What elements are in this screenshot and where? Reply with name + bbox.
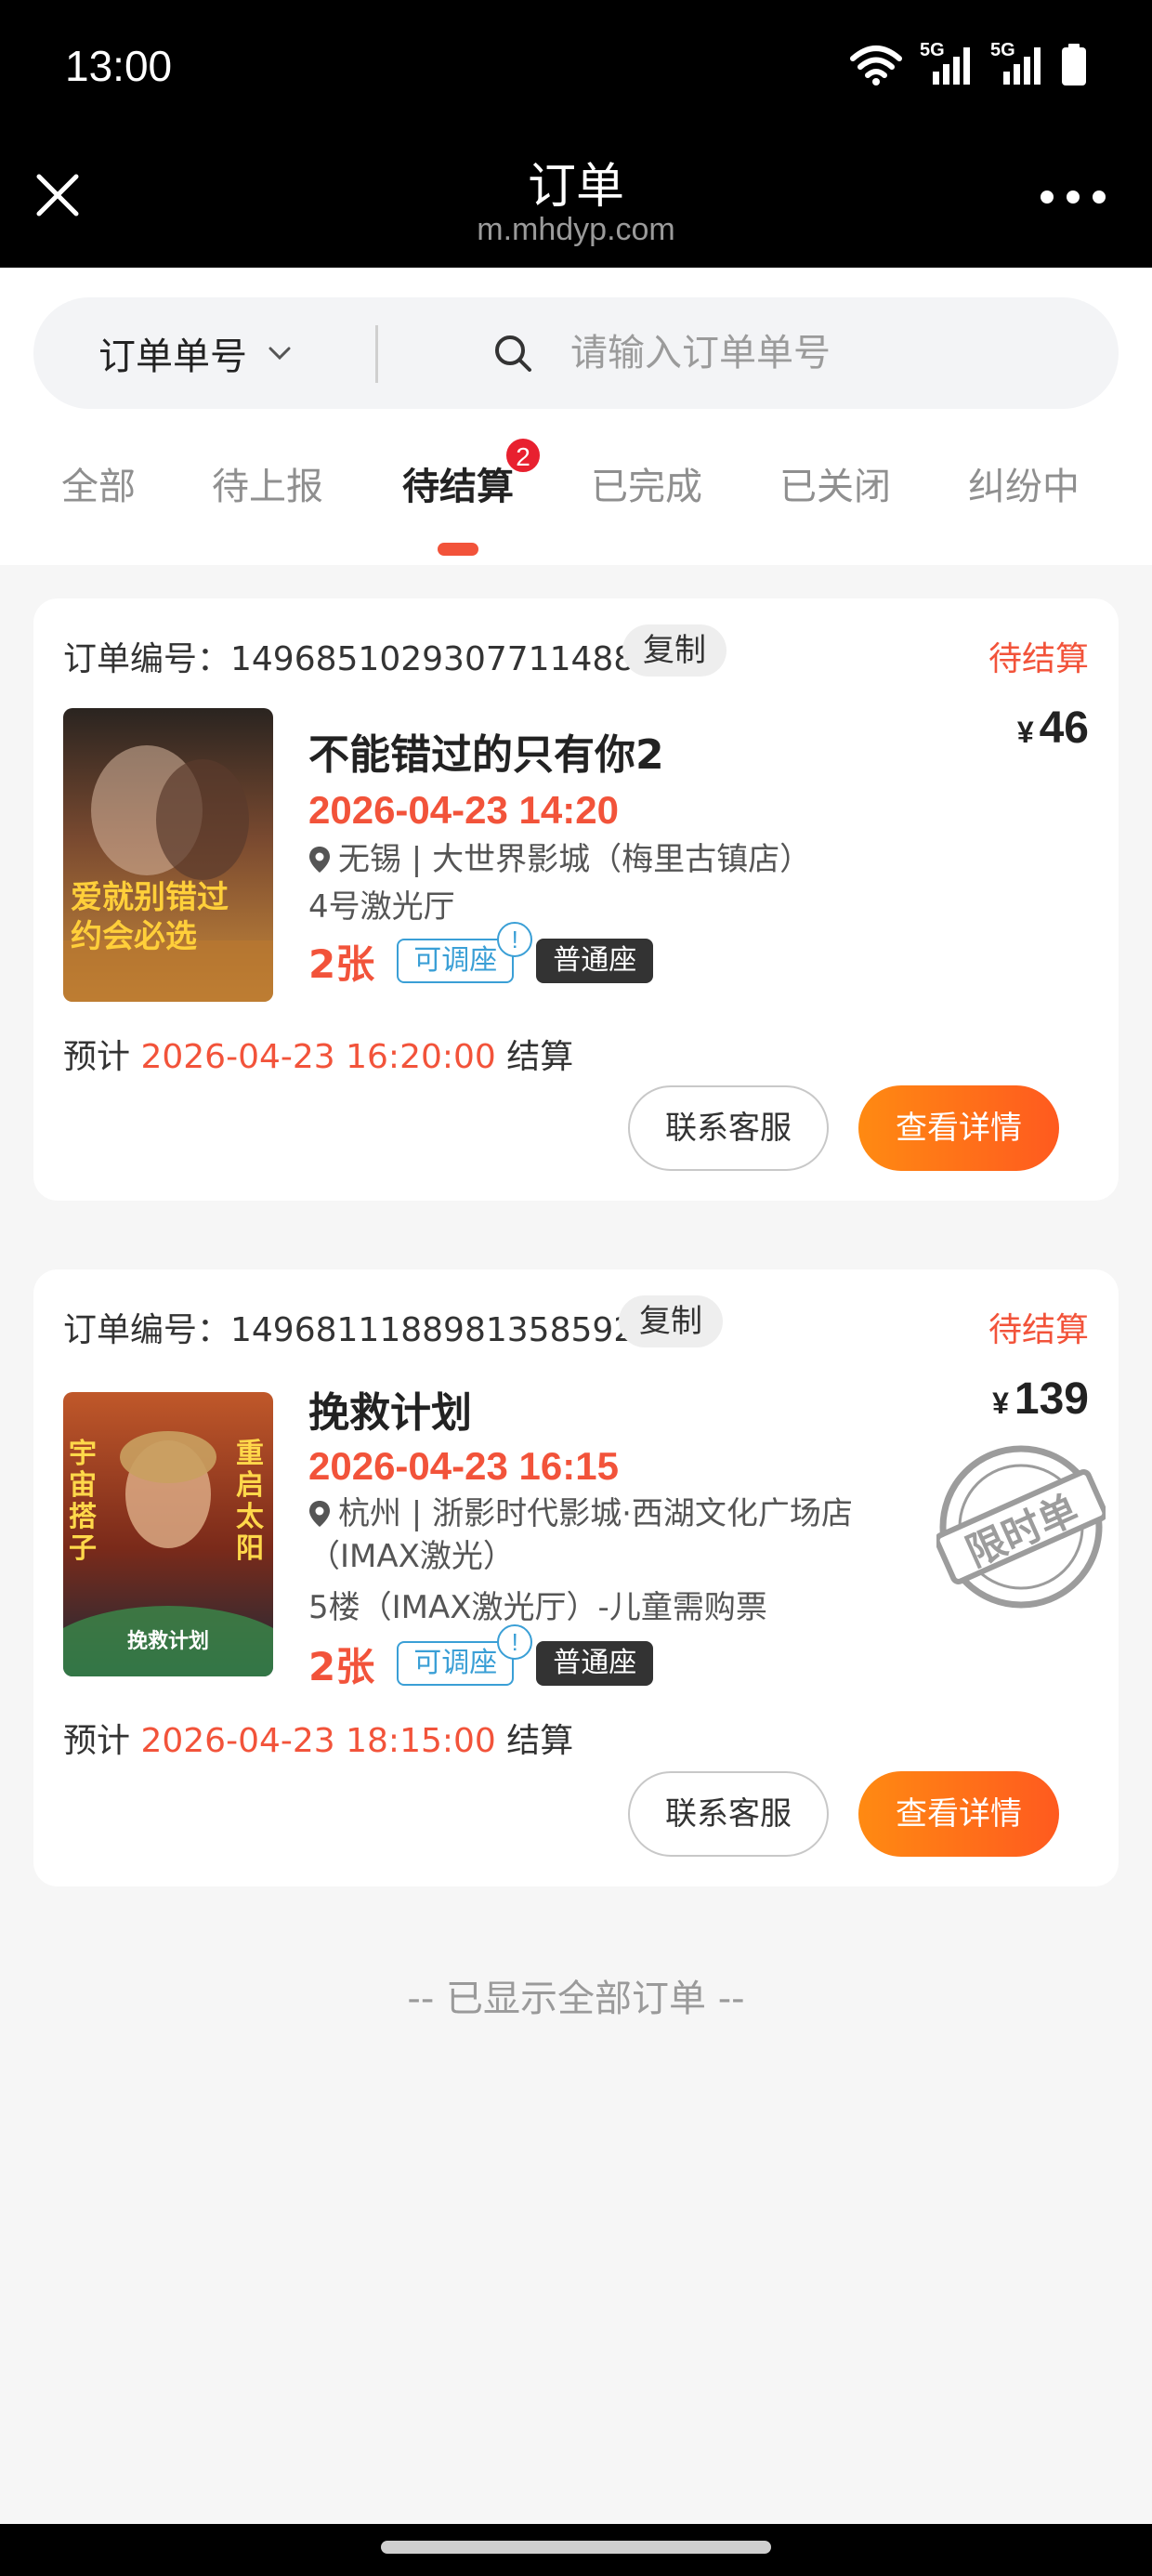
venue-name-cont: （IMAX激光） (308, 1538, 515, 1575)
order-number: 订单编号：1496851029307711488 (63, 640, 635, 678)
status-bar: 13:00 5G 5G (0, 0, 1152, 134)
tab-label: 待上报 (212, 466, 323, 508)
wifi-icon (850, 46, 902, 85)
order-number: 订单编号：1496811188981358592 (63, 1311, 635, 1349)
search-divider (375, 325, 378, 383)
movie-poster[interactable]: 爱就别错过 约会必选 (63, 708, 273, 1002)
price-value: 139 (1014, 1374, 1089, 1424)
contact-service-button[interactable]: 联系客服 (628, 1085, 829, 1171)
currency-symbol: ¥ (1016, 716, 1034, 749)
order-status: 待结算 (988, 1311, 1089, 1349)
settlement-line: 预计 2026-04-23 16:20:00 结算 (63, 1030, 573, 1078)
tab-label-wrap: 待结算 2 (402, 437, 542, 508)
settlement-suffix: 结算 (506, 1722, 574, 1760)
view-details-button[interactable]: 查看详情 (858, 1771, 1059, 1857)
currency-symbol: ¥ (992, 1387, 1009, 1420)
tab-pending-report[interactable]: 待上报 (206, 453, 329, 565)
tab-label: 已完成 (591, 466, 702, 508)
settlement-line: 预计 2026-04-23 18:15:00 结算 (63, 1714, 573, 1762)
adjustable-seat-label: 可调座 (413, 944, 498, 977)
adjustable-seat-label: 可调座 (413, 1647, 498, 1679)
page-title: 订单 (527, 159, 624, 215)
seat-type-tag: 普通座 (536, 1641, 654, 1686)
order-price: ¥46 (1017, 703, 1089, 754)
ticket-count: 2张 (308, 1643, 375, 1689)
tab-closed[interactable]: 已关闭 (775, 453, 896, 565)
list-end-text: -- 已显示全部订单 -- (407, 1978, 745, 2020)
adjustable-seat-tag: 可调座 ! (397, 1624, 533, 1686)
copy-button[interactable]: 复制 (619, 1295, 723, 1347)
price-value: 46 (1039, 703, 1089, 753)
view-details-button[interactable]: 查看详情 (858, 1085, 1059, 1171)
battery-icon (1062, 44, 1086, 85)
venue: 无锡 | 大世界影城（梅里古镇店） (308, 838, 811, 881)
settlement-time: 2026-04-23 18:15:00 (140, 1722, 496, 1760)
seat-type-tag: 普通座 (536, 939, 654, 983)
search-bar: 订单单号 (33, 297, 1119, 409)
search-icon (495, 335, 531, 372)
location-pin-icon (309, 1501, 330, 1527)
tab-all[interactable]: 全部 (58, 453, 139, 565)
tab-label: 全部 (61, 466, 136, 508)
tab-pending-settlement[interactable]: 待结算 2 (396, 437, 542, 565)
chevron-down-icon (268, 347, 291, 361)
settlement-time: 2026-04-23 16:20:00 (140, 1038, 496, 1076)
poster-text: 重启太阳 (236, 1438, 264, 1565)
search-type-label: 订单单号 (98, 335, 247, 378)
order-card: 订单编号：1496811188981358592 复制 待结算 宇宙搭子 重启太… (33, 1269, 1119, 1886)
tab-active-indicator (438, 543, 478, 556)
more-icon[interactable] (1041, 186, 1106, 208)
movie-title: 不能错过的只有你2 (308, 731, 664, 779)
movie-poster[interactable]: 宇宙搭子 重启太阳 挽救计划 (63, 1392, 273, 1676)
show-time: 2026-04-23 14:20 (308, 788, 619, 832)
tab-bar: 全部 待上报 待结算 2 已完成 已关闭 纠纷中 (0, 437, 1152, 565)
signal-icon: 5G (990, 40, 1044, 86)
page-url: m.mhdyp.com (477, 212, 675, 247)
ticket-row: 2张 可调座 ! 普通座 (308, 1624, 654, 1689)
settlement-prefix: 预计 (63, 1722, 131, 1760)
adjustable-seat-tag: 可调座 ! (397, 922, 533, 983)
tab-disputed[interactable]: 纠纷中 (962, 453, 1085, 565)
info-icon[interactable]: ! (497, 1624, 533, 1660)
venue-name: 杭州 | 浙影时代影城·西湖文化广场店 (338, 1495, 853, 1532)
status-time: 13:00 (65, 42, 173, 90)
info-icon[interactable]: ! (497, 922, 533, 957)
hall-name: 4号激光厅 (308, 888, 455, 926)
tab-label: 已关闭 (779, 466, 891, 508)
ticket-row: 2张 可调座 ! 普通座 (308, 922, 654, 987)
system-nav-bar (0, 2524, 1152, 2576)
copy-button[interactable]: 复制 (622, 624, 727, 677)
top-area: 订单单号 全部 待上报 待结算 2 已完成 已关闭 (0, 268, 1152, 565)
tab-completed[interactable]: 已完成 (587, 453, 706, 565)
hall-name: 5楼（IMAX激光厅）-儿童需购票 (308, 1589, 767, 1626)
ticket-count: 2张 (308, 940, 375, 987)
header: 订单 m.mhdyp.com (0, 134, 1152, 268)
signal-icon: 5G (920, 40, 974, 86)
show-time: 2026-04-23 16:15 (308, 1444, 619, 1488)
venue-name: 无锡 | 大世界影城（梅里古镇店） (338, 841, 812, 878)
tab-badge: 2 (504, 437, 542, 474)
order-card: 订单编号：1496851029307711488 复制 待结算 爱就别错过 约会… (33, 598, 1119, 1201)
venue: 杭州 | 浙影时代影城·西湖文化广场店 （IMAX激光） (308, 1492, 959, 1578)
limited-time-stamp: 限时单 (936, 1442, 1106, 1611)
tab-label: 待结算 (402, 466, 514, 508)
order-status: 待结算 (988, 640, 1089, 678)
poster-text: 宇宙搭子 (69, 1438, 97, 1565)
location-pin-icon (309, 847, 330, 873)
settlement-suffix: 结算 (506, 1038, 574, 1076)
status-icons: 5G 5G (849, 40, 1087, 89)
poster-text: 约会必选 (71, 918, 197, 955)
home-indicator[interactable] (381, 2541, 771, 2554)
tab-label: 纠纷中 (968, 466, 1080, 508)
poster-text: 挽救计划 (126, 1630, 209, 1653)
movie-title: 挽救计划 (308, 1389, 472, 1437)
order-price: ¥139 (992, 1373, 1089, 1425)
settlement-prefix: 预计 (63, 1038, 131, 1076)
search-input[interactable] (570, 320, 1091, 387)
search-type-select[interactable]: 订单单号 (98, 297, 292, 409)
contact-service-button[interactable]: 联系客服 (628, 1771, 829, 1857)
